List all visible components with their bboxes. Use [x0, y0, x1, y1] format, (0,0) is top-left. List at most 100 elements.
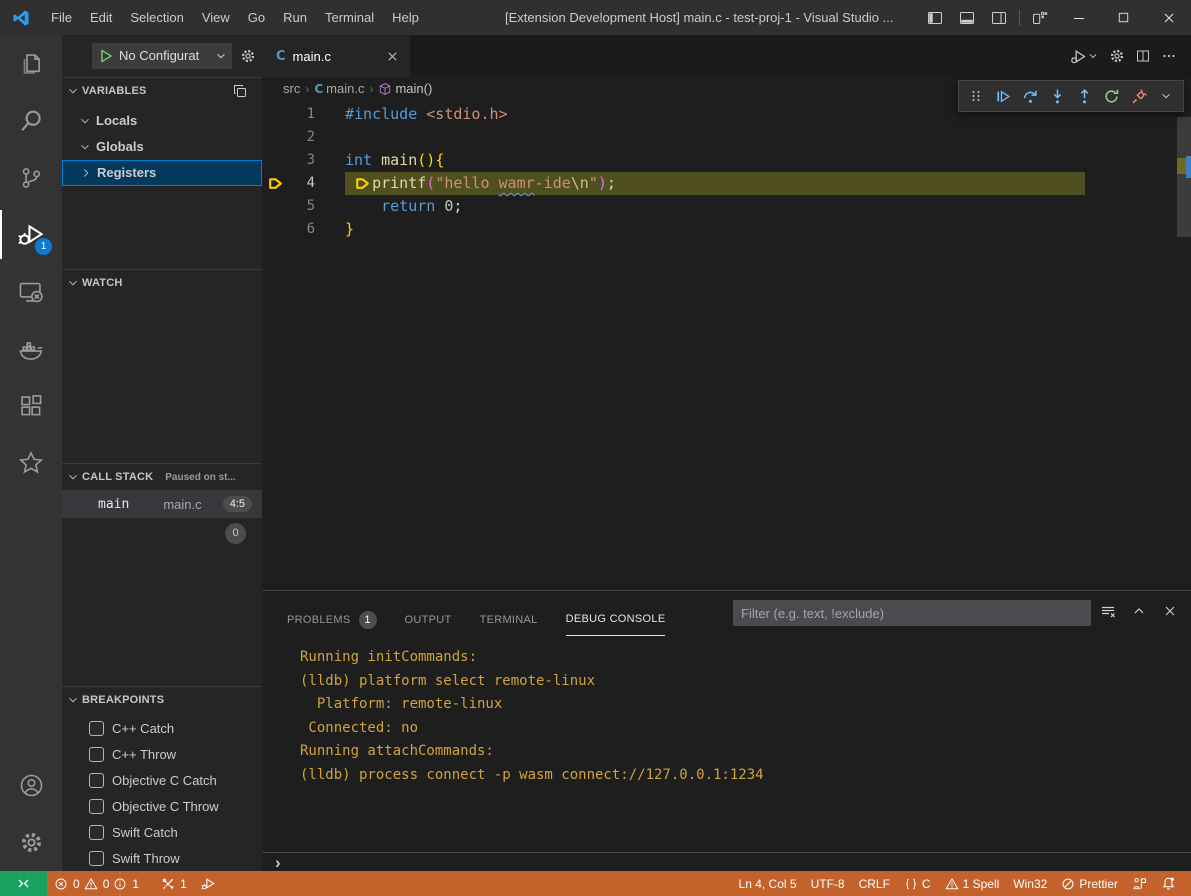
breakpoints-header[interactable]: BREAKPOINTS	[62, 687, 262, 713]
code-line[interactable]: 5 return 0;	[262, 195, 1191, 218]
spell-checker-status[interactable]: 1 Spell	[938, 871, 1007, 896]
menu-view[interactable]: View	[193, 0, 239, 35]
checkbox[interactable]	[89, 825, 104, 840]
platform-indicator[interactable]: Win32	[1006, 871, 1054, 896]
problems-badge: 1	[359, 611, 377, 629]
menu-edit[interactable]: Edit	[81, 0, 121, 35]
checkbox[interactable]	[89, 747, 104, 762]
continue-button[interactable]	[990, 83, 1015, 110]
debug-session-status[interactable]	[194, 871, 223, 896]
tab-output[interactable]: OUTPUT	[405, 603, 452, 636]
menu-terminal[interactable]: Terminal	[316, 0, 383, 35]
variables-item-registers[interactable]: Registers	[62, 160, 262, 186]
step-into-button[interactable]	[1045, 83, 1070, 110]
close-panel-button[interactable]	[1162, 603, 1178, 619]
menu-help[interactable]: Help	[383, 0, 428, 35]
accounts-button[interactable]	[0, 757, 62, 814]
tab-debug-console[interactable]: DEBUG CONSOLE	[566, 603, 666, 636]
tab-problems[interactable]: PROBLEMS1	[287, 603, 377, 636]
c-file-icon: C	[314, 82, 323, 96]
step-over-button[interactable]	[1018, 83, 1043, 110]
line-number[interactable]: 2	[262, 126, 315, 149]
breadcrumb-folder[interactable]: src	[283, 81, 300, 96]
line-number[interactable]: 1	[262, 103, 315, 126]
checkbox[interactable]	[89, 773, 104, 788]
notifications-button[interactable]	[1154, 871, 1183, 896]
toggle-secondary-sidebar-button[interactable]	[983, 0, 1015, 35]
feedback-button[interactable]	[1125, 871, 1154, 896]
clear-console-button[interactable]	[1100, 603, 1116, 619]
activity-remote-explorer[interactable]	[0, 263, 62, 320]
run-or-debug-button[interactable]	[1070, 48, 1099, 65]
customize-layout-button[interactable]	[1024, 0, 1056, 35]
remote-indicator[interactable]	[0, 871, 47, 896]
eol-indicator[interactable]: CRLF	[852, 871, 897, 896]
stack-frame-row[interactable]: main main.c 4:5	[62, 490, 262, 518]
activity-explorer[interactable]	[0, 35, 62, 92]
debug-console-output: Running initCommands: (lldb) platform se…	[262, 636, 1191, 787]
manage-button[interactable]	[0, 814, 62, 871]
menu-run[interactable]: Run	[274, 0, 316, 35]
checkbox[interactable]	[89, 721, 104, 736]
language-mode[interactable]: C	[897, 871, 938, 896]
debug-toolbar-chevron[interactable]	[1154, 83, 1179, 110]
console-input-row[interactable]: ›	[262, 852, 1191, 871]
split-editor-button[interactable]	[1135, 48, 1151, 64]
checkbox[interactable]	[89, 851, 104, 866]
close-tab-icon[interactable]	[385, 49, 400, 64]
disconnect-button[interactable]	[1127, 83, 1152, 110]
line-number[interactable]: 6	[262, 218, 315, 241]
menu-file[interactable]: File	[42, 0, 81, 35]
start-debug-icon[interactable]	[98, 48, 113, 63]
restart-button[interactable]	[1099, 83, 1124, 110]
activity-search[interactable]	[0, 92, 62, 149]
toggle-sidebar-button[interactable]	[919, 0, 951, 35]
formatter-status[interactable]: Prettier	[1054, 871, 1125, 896]
watch-header[interactable]: WATCH	[62, 270, 262, 296]
more-actions-button[interactable]	[1161, 48, 1177, 64]
breadcrumb-file[interactable]: main.c	[326, 81, 364, 96]
step-out-button[interactable]	[1072, 83, 1097, 110]
variables-item-globals[interactable]: Globals	[62, 134, 262, 160]
close-window-button[interactable]	[1146, 0, 1191, 35]
breadcrumb-symbol[interactable]: main()	[395, 81, 432, 96]
code-line[interactable]: 6 }	[262, 218, 1191, 241]
call-stack-header[interactable]: CALL STACK Paused on st...	[62, 464, 262, 490]
menu-selection[interactable]: Selection	[121, 0, 192, 35]
window-title: [Extension Development Host] main.c - te…	[505, 0, 893, 35]
breakpoint-label: Swift Catch	[112, 825, 178, 840]
checkbox[interactable]	[89, 799, 104, 814]
toggle-panel-button[interactable]	[951, 0, 983, 35]
activity-source-control[interactable]	[0, 149, 62, 206]
line-number[interactable]: 5	[262, 195, 315, 218]
menu-go[interactable]: Go	[239, 0, 274, 35]
activity-docker[interactable]	[0, 320, 62, 377]
tools-status[interactable]: 1	[154, 871, 194, 896]
minimize-button[interactable]	[1056, 0, 1101, 35]
console-filter-input[interactable]	[733, 600, 1091, 626]
tab-main-c[interactable]: C main.c	[262, 35, 410, 77]
info-icon	[113, 877, 127, 891]
activity-run-and-debug[interactable]: 1	[0, 206, 62, 263]
tab-terminal[interactable]: TERMINAL	[480, 603, 538, 636]
problems-status[interactable]: 0 0 1	[47, 871, 146, 896]
encoding-indicator[interactable]: UTF-8	[804, 871, 852, 896]
activity-extensions[interactable]	[0, 377, 62, 434]
cursor-position[interactable]: Ln 4, Col 5	[732, 871, 804, 896]
code-line-current[interactable]: 4 printf("hello wamr-ide\n");	[262, 172, 1191, 195]
maximize-panel-button[interactable]	[1131, 603, 1147, 619]
code-editor[interactable]: 1 #include <stdio.h> 2 3 int main(){ 4	[262, 100, 1191, 590]
section-title: WATCH	[82, 277, 123, 289]
variables-item-locals[interactable]: Locals	[62, 108, 262, 134]
code-line[interactable]: 3 int main(){	[262, 149, 1191, 172]
copy-icon[interactable]	[232, 83, 248, 99]
activity-favorites[interactable]	[0, 434, 62, 491]
maximize-button[interactable]	[1101, 0, 1146, 35]
breakpoint-label: Swift Throw	[112, 851, 180, 866]
run-settings-gear[interactable]	[1109, 48, 1125, 64]
code-line[interactable]: 2	[262, 126, 1191, 149]
line-number[interactable]: 3	[262, 149, 315, 172]
launch-config-dropdown[interactable]: No Configurat	[92, 43, 232, 69]
debug-settings-gear[interactable]	[240, 48, 256, 64]
drag-handle[interactable]	[963, 83, 988, 110]
